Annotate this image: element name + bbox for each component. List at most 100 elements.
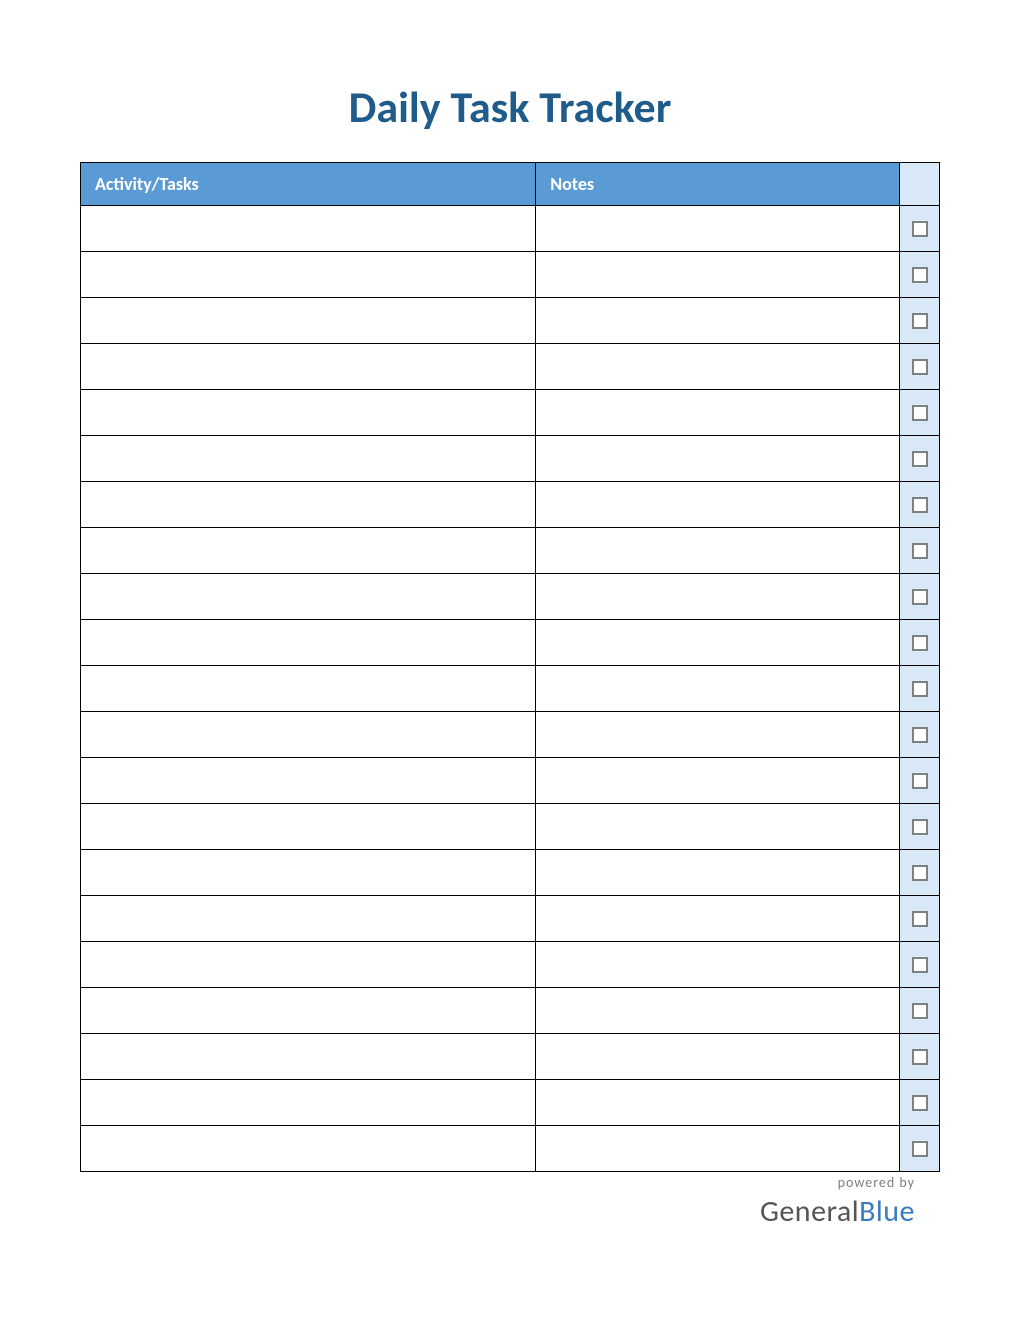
column-header-activity: Activity/Tasks — [81, 163, 536, 206]
checkbox-cell — [900, 528, 940, 574]
checkbox-cell — [900, 1126, 940, 1172]
checkbox-icon[interactable] — [912, 911, 928, 927]
table-row — [81, 252, 940, 298]
checkbox-icon[interactable] — [912, 727, 928, 743]
notes-cell[interactable] — [536, 896, 900, 942]
notes-cell[interactable] — [536, 1034, 900, 1080]
notes-cell[interactable] — [536, 1080, 900, 1126]
checkbox-icon[interactable] — [912, 1003, 928, 1019]
activity-cell[interactable] — [81, 712, 536, 758]
checkbox-icon[interactable] — [912, 635, 928, 651]
table-row — [81, 482, 940, 528]
activity-cell[interactable] — [81, 482, 536, 528]
activity-cell[interactable] — [81, 666, 536, 712]
activity-cell[interactable] — [81, 804, 536, 850]
activity-cell[interactable] — [81, 1034, 536, 1080]
notes-cell[interactable] — [536, 1126, 900, 1172]
notes-cell[interactable] — [536, 712, 900, 758]
notes-cell[interactable] — [536, 804, 900, 850]
notes-cell[interactable] — [536, 850, 900, 896]
activity-cell[interactable] — [81, 344, 536, 390]
checkbox-cell — [900, 620, 940, 666]
checkbox-cell — [900, 252, 940, 298]
notes-cell[interactable] — [536, 574, 900, 620]
checkbox-cell — [900, 1080, 940, 1126]
column-header-notes: Notes — [536, 163, 900, 206]
activity-cell[interactable] — [81, 850, 536, 896]
table-row — [81, 942, 940, 988]
activity-cell[interactable] — [81, 620, 536, 666]
checkbox-cell — [900, 482, 940, 528]
checkbox-icon[interactable] — [912, 865, 928, 881]
notes-cell[interactable] — [536, 988, 900, 1034]
table-row — [81, 850, 940, 896]
activity-cell[interactable] — [81, 206, 536, 252]
activity-cell[interactable] — [81, 252, 536, 298]
checkbox-icon[interactable] — [912, 681, 928, 697]
activity-cell[interactable] — [81, 528, 536, 574]
notes-cell[interactable] — [536, 390, 900, 436]
notes-cell[interactable] — [536, 436, 900, 482]
checkbox-cell — [900, 574, 940, 620]
checkbox-icon[interactable] — [912, 267, 928, 283]
table-row — [81, 298, 940, 344]
checkbox-cell — [900, 712, 940, 758]
checkbox-cell — [900, 896, 940, 942]
checkbox-icon[interactable] — [912, 405, 928, 421]
notes-cell[interactable] — [536, 298, 900, 344]
checkbox-icon[interactable] — [912, 543, 928, 559]
activity-cell[interactable] — [81, 942, 536, 988]
checkbox-icon[interactable] — [912, 221, 928, 237]
footer: powered by GeneralBlue — [760, 1174, 915, 1230]
activity-cell[interactable] — [81, 896, 536, 942]
notes-cell[interactable] — [536, 252, 900, 298]
notes-cell[interactable] — [536, 528, 900, 574]
table-row — [81, 804, 940, 850]
checkbox-icon[interactable] — [912, 359, 928, 375]
checkbox-icon[interactable] — [912, 957, 928, 973]
activity-cell[interactable] — [81, 574, 536, 620]
activity-cell[interactable] — [81, 988, 536, 1034]
activity-cell[interactable] — [81, 758, 536, 804]
notes-cell[interactable] — [536, 942, 900, 988]
checkbox-cell — [900, 344, 940, 390]
checkbox-icon[interactable] — [912, 819, 928, 835]
activity-cell[interactable] — [81, 436, 536, 482]
checkbox-icon[interactable] — [912, 451, 928, 467]
powered-by-label: powered by — [760, 1174, 915, 1191]
activity-cell[interactable] — [81, 1126, 536, 1172]
activity-cell[interactable] — [81, 298, 536, 344]
checkbox-icon[interactable] — [912, 1095, 928, 1111]
checkbox-cell — [900, 390, 940, 436]
checkbox-cell — [900, 758, 940, 804]
table-row — [81, 1034, 940, 1080]
brand-second: Blue — [859, 1193, 915, 1230]
activity-cell[interactable] — [81, 1080, 536, 1126]
checkbox-icon[interactable] — [912, 1049, 928, 1065]
table-row — [81, 712, 940, 758]
checkbox-cell — [900, 850, 940, 896]
checkbox-icon[interactable] — [912, 1141, 928, 1157]
notes-cell[interactable] — [536, 620, 900, 666]
checkbox-cell — [900, 1034, 940, 1080]
checkbox-cell — [900, 298, 940, 344]
task-table: Activity/Tasks Notes — [80, 162, 940, 1172]
checkbox-cell — [900, 666, 940, 712]
table-row — [81, 574, 940, 620]
checkbox-icon[interactable] — [912, 497, 928, 513]
table-row — [81, 436, 940, 482]
table-row — [81, 620, 940, 666]
checkbox-icon[interactable] — [912, 589, 928, 605]
checkbox-icon[interactable] — [912, 313, 928, 329]
notes-cell[interactable] — [536, 758, 900, 804]
notes-cell[interactable] — [536, 344, 900, 390]
page-title: Daily Task Tracker — [80, 80, 940, 134]
activity-cell[interactable] — [81, 390, 536, 436]
checkbox-cell — [900, 942, 940, 988]
notes-cell[interactable] — [536, 666, 900, 712]
table-row — [81, 758, 940, 804]
notes-cell[interactable] — [536, 482, 900, 528]
checkbox-icon[interactable] — [912, 773, 928, 789]
brand-logo: GeneralBlue — [760, 1193, 915, 1230]
notes-cell[interactable] — [536, 206, 900, 252]
